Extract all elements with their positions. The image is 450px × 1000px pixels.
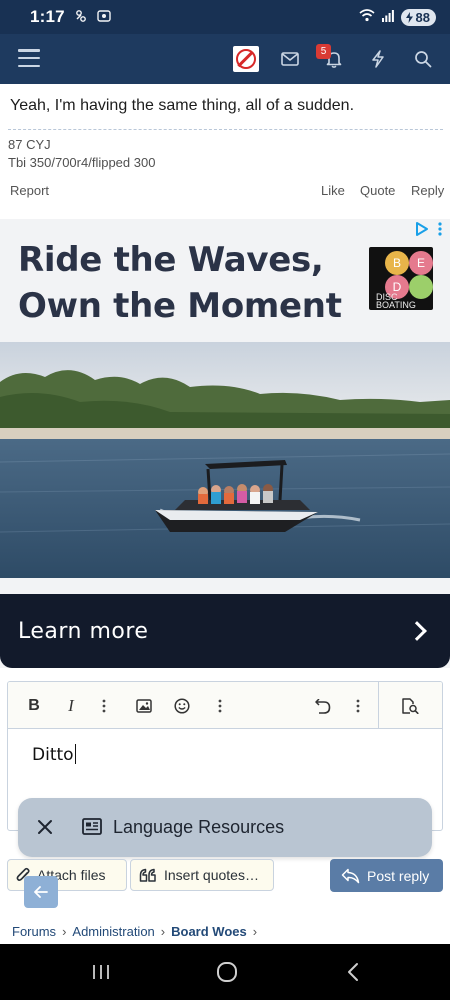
recents-icon[interactable] [91,960,111,984]
image-icon[interactable] [135,696,153,716]
report-link[interactable]: Report [10,183,49,198]
quote-link[interactable]: Quote [360,183,395,198]
wifi-icon [359,9,375,25]
chevron-right-icon: › [62,924,67,939]
logo-text: DISC BOATING [376,292,416,310]
battery-icon: 88 [400,8,436,26]
like-link[interactable]: Like [321,183,345,198]
mail-icon[interactable] [278,47,302,71]
status-right: 88 [359,8,436,26]
post-reply-label: Post reply [367,867,430,884]
ad-headline-line-2: Own the Moment [18,286,342,326]
arrow-left-icon [34,886,48,898]
ad-banner[interactable]: Ride the Waves, Own the Moment B E D DIS… [0,219,450,668]
more-icon[interactable] [100,696,108,716]
signature-line-2: Tbi 350/700r4/flipped 300 [8,155,156,170]
signature-divider [8,129,443,130]
chevron-right-icon: › [160,924,166,939]
editor-input[interactable]: Ditto [32,744,77,765]
text-caret [74,744,77,764]
quote-icon [139,868,157,882]
ad-boat-photo[interactable] [0,342,450,578]
scroll-back-button[interactable] [24,876,58,908]
logo-letter-e: E [409,251,433,275]
system-nav-bar [0,944,450,1000]
snackbar-label: Language Resources [113,817,285,837]
reply-link[interactable]: Reply [411,183,444,198]
learn-more-label: Learn more [18,618,149,644]
chevron-right-icon: › [252,924,258,939]
cloud-sync-icon [74,9,88,26]
post-reply-button[interactable]: Post reply [330,859,443,892]
battery-level: 88 [415,9,430,25]
menu-icon[interactable] [18,49,40,67]
reply-icon [341,868,360,884]
bold-icon[interactable]: B [26,696,42,716]
ad-headline-line-1: Ride the Waves, [18,240,324,280]
close-icon[interactable] [37,819,53,835]
ad-headline: Ride the Waves, Own the Moment [18,237,348,329]
editor-toolbar: B I [8,682,442,729]
editor-value: Ditto [32,745,74,765]
language-resources-snackbar[interactable]: Language Resources [18,798,432,857]
post-actions: Report Like Quote Reply [0,183,450,199]
chevron-right-icon [407,621,427,641]
more-icon[interactable] [216,696,224,716]
advertiser-logo: B E D DISC BOATING [369,247,433,310]
more-icon[interactable] [354,696,362,716]
breadcrumb-forums[interactable]: Forums [12,924,56,939]
insert-quotes-label: Insert quotes… [164,867,259,883]
italic-icon[interactable]: I [64,696,78,716]
logo-letter-b: B [385,251,409,275]
lightning-icon[interactable] [366,47,390,71]
preview-icon[interactable] [400,696,420,716]
breadcrumb: Forums › Administration › Board Woes › [12,924,263,939]
insert-quotes-button[interactable]: Insert quotes… [130,859,274,891]
toolbar-divider [378,682,379,729]
signature-line-1: 87 CYJ [8,137,51,152]
screen-record-icon [97,9,111,26]
breadcrumb-administration[interactable]: Administration [72,924,154,939]
learn-more-button[interactable]: Learn more [0,594,450,668]
post-body: Yeah, I'm having the same thing, all of … [10,97,355,114]
avatar[interactable] [233,46,259,72]
signal-icon [381,9,394,25]
news-icon [82,818,102,836]
breadcrumb-board-woes[interactable]: Board Woes [171,924,247,939]
home-icon[interactable] [215,960,239,984]
back-icon[interactable] [343,960,363,984]
app-header [0,34,450,84]
undo-icon[interactable] [314,696,332,716]
notification-badge: 5 [316,44,331,59]
emoji-icon[interactable] [173,696,191,716]
ad-choices-icon[interactable] [415,221,447,237]
status-time: 1:17 [30,7,65,26]
status-bar: 1:17 88 [0,0,450,34]
search-icon[interactable] [411,47,435,71]
